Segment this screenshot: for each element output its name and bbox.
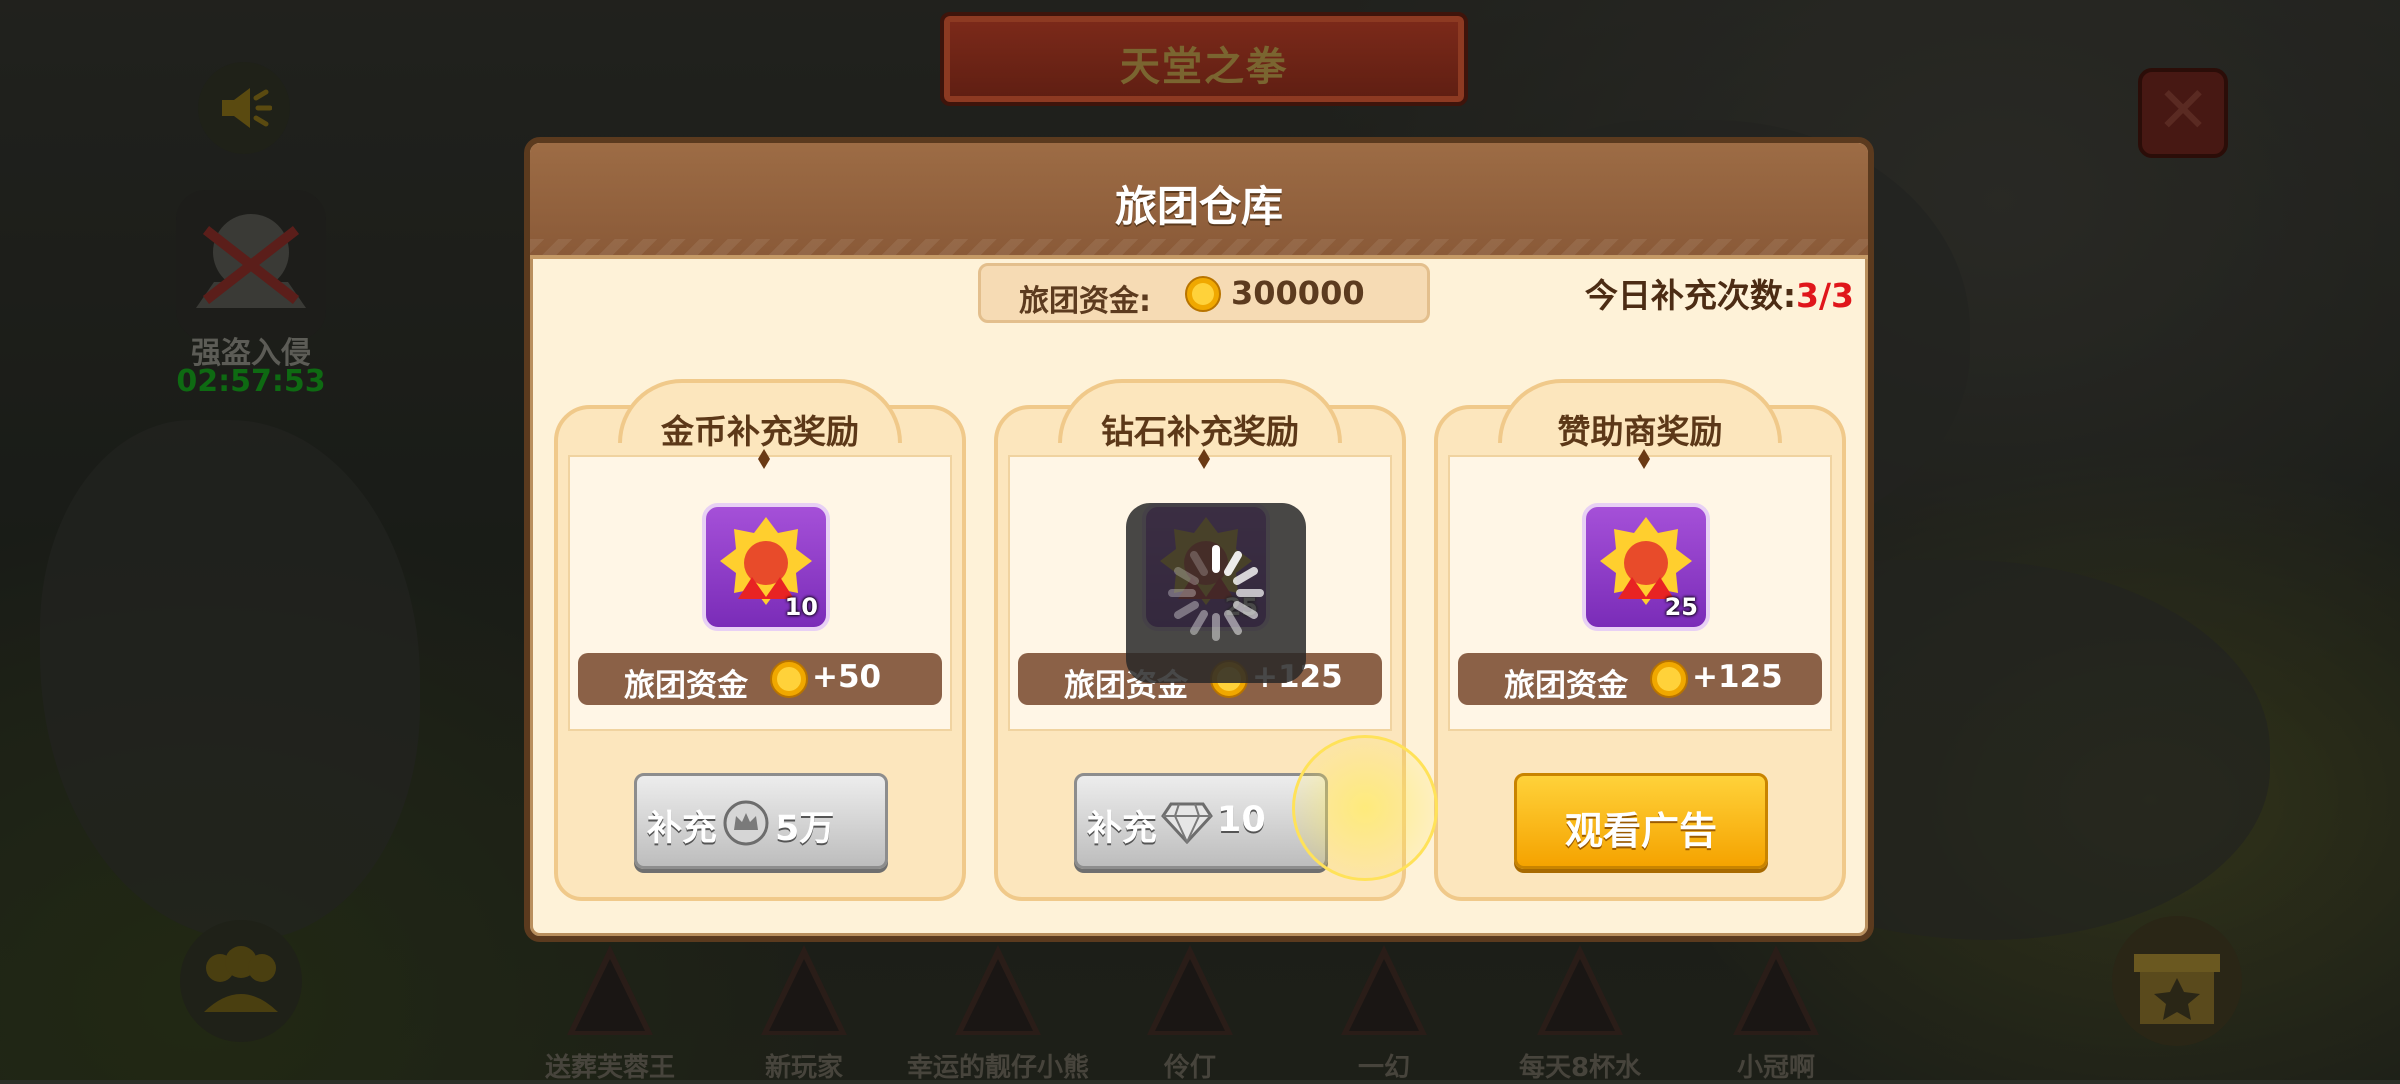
crown-coin-icon	[723, 800, 769, 846]
button-label: 补充	[1087, 809, 1158, 849]
loading-spinner-icon	[1168, 545, 1264, 641]
member-name: 小冠啊	[1736, 1053, 1815, 1083]
reward-value: +50	[812, 659, 882, 695]
tent-icon	[567, 945, 653, 1035]
refill-label: 今日补充次数:	[1584, 276, 1797, 315]
gold-coin-icon	[1650, 660, 1688, 698]
sponsor-reward-card: 赞助商奖励 25 旅团资金 +125 观看广告	[1434, 379, 1846, 901]
card-reward-area: 25	[1008, 455, 1392, 731]
refill-with-diamond-button[interactable]: 补充 10	[1074, 773, 1328, 869]
guild-name-banner: 天堂之拳	[940, 12, 1468, 106]
tent-icon	[1537, 945, 1623, 1035]
member-slot[interactable]: 送葬芙蓉王	[540, 945, 680, 1084]
speaker-icon	[222, 88, 272, 128]
guild-funds-panel: 旅团资金: 300000	[978, 263, 1430, 323]
tap-sparkle-effect	[1292, 735, 1438, 881]
reward-bar: 旅团资金 +50	[578, 653, 942, 705]
gold-coin-icon	[770, 660, 808, 698]
card-title: 钻石补充奖励	[1101, 412, 1299, 451]
close-button[interactable]: ✕	[2138, 68, 2228, 158]
gold-refill-card: 金币补充奖励 10 旅团资金 +50 补充 5万	[554, 379, 966, 901]
diamond-icon	[1161, 802, 1213, 844]
tent-icon	[1341, 945, 1427, 1035]
member-slot[interactable]: 幸运的靓仔小熊	[907, 945, 1089, 1084]
banner-title: 天堂之拳	[1120, 44, 1288, 90]
card-title: 金币补充奖励	[661, 412, 859, 451]
member-name: 幸运的靓仔小熊	[906, 1053, 1089, 1083]
gift-button[interactable]	[2112, 916, 2242, 1046]
close-icon: ✕	[2156, 74, 2210, 148]
group-icon	[204, 946, 278, 1012]
funds-value: 300000	[1231, 274, 1365, 312]
loading-overlay	[1126, 503, 1306, 683]
button-label: 观看广告	[1564, 809, 1717, 853]
card-reward-area: 10 旅团资金 +50	[568, 455, 952, 731]
card-title: 赞助商奖励	[1557, 412, 1723, 451]
button-cost: 5万	[775, 809, 835, 849]
reward-label: 旅团资金	[1504, 668, 1628, 704]
funds-label: 旅团资金:	[1019, 284, 1151, 319]
gold-coin-icon	[1185, 276, 1221, 312]
gift-box-icon	[2134, 954, 2220, 1024]
button-label: 补充	[647, 809, 718, 849]
member-slot[interactable]: 伶仃	[1120, 945, 1260, 1084]
ornament-icon	[758, 449, 770, 469]
member-slot[interactable]: 新玩家	[734, 945, 874, 1084]
ornament-icon	[1198, 449, 1210, 469]
member-slot[interactable]: 小冠啊	[1706, 945, 1846, 1084]
member-name: 伶仃	[1163, 1053, 1216, 1083]
sound-button[interactable]	[198, 62, 290, 154]
dialog-header: 旅团仓库	[530, 143, 1868, 259]
tent-icon	[1147, 945, 1233, 1035]
member-name: 新玩家	[764, 1053, 843, 1083]
ornament-icon	[1638, 449, 1650, 469]
guild-warehouse-dialog: 旅团仓库 旅团资金: 300000 今日补充次数:3/3 金币补充奖励 10 旅…	[524, 137, 1874, 942]
bandit-raid-timer: 02:57:53	[176, 364, 326, 399]
tent-icon	[1733, 945, 1819, 1035]
tent-icon	[955, 945, 1041, 1035]
member-name: 每天8杯水	[1518, 1053, 1642, 1083]
refill-count: 3/3	[1796, 276, 1854, 315]
member-name: 一幻	[1357, 1053, 1410, 1083]
reward-bar: 旅团资金 +125	[1458, 653, 1822, 705]
reward-count: 10	[784, 593, 818, 621]
dialog-title: 旅团仓库	[1114, 182, 1283, 231]
reward-item[interactable]: 25	[1582, 503, 1710, 631]
bandit-raid-button[interactable]	[176, 190, 326, 340]
button-cost: 10	[1217, 800, 1266, 840]
bandit-icon	[196, 214, 306, 308]
refill-with-gold-button[interactable]: 补充 5万	[634, 773, 888, 869]
member-slot[interactable]: 一幻	[1314, 945, 1454, 1084]
member-name: 送葬芙蓉王	[544, 1053, 675, 1083]
reward-value: +125	[1692, 659, 1783, 695]
member-slot[interactable]: 每天8杯水	[1510, 945, 1650, 1084]
tent-icon	[761, 945, 847, 1035]
card-reward-area: 25 旅团资金 +125	[1448, 455, 1832, 731]
watch-ad-button[interactable]: 观看广告	[1514, 773, 1768, 869]
reward-count: 25	[1664, 593, 1698, 621]
reward-item[interactable]: 10	[702, 503, 830, 631]
reward-label: 旅团资金	[624, 668, 748, 704]
daily-refill-counter: 今日补充次数:3/3	[1585, 269, 1854, 317]
guild-members-button[interactable]	[180, 920, 302, 1042]
guild-member-row: 送葬芙蓉王 新玩家 幸运的靓仔小熊 伶仃 一幻 每天8杯水 小冠啊	[520, 945, 1880, 1083]
